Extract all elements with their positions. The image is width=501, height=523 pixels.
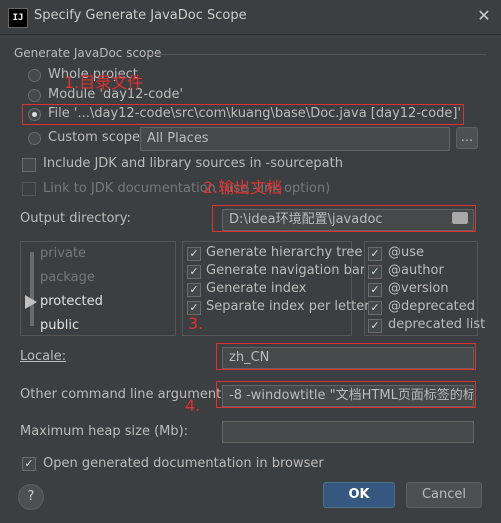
locale-highlight-box <box>216 343 476 370</box>
link-jdk-checkbox[interactable] <box>22 182 36 196</box>
open-browser-label[interactable]: Open generated documentation in browser <box>43 456 324 471</box>
author-tag-checkbox[interactable]: ✓ <box>368 265 382 279</box>
link-jdk-label[interactable]: Link to JDK documentation (use -link opt… <box>43 181 330 196</box>
visibility-slider-track[interactable] <box>30 252 34 326</box>
annotation-4: 4. <box>185 396 201 415</box>
heap-size-field[interactable] <box>222 421 474 443</box>
navigation-bar-label[interactable]: Generate navigation bar <box>206 263 365 278</box>
heap-size-label: Maximum heap size (Mb): <box>20 424 189 439</box>
annotation-1: 1.目录文件 <box>64 73 144 92</box>
visibility-protected[interactable]: protected <box>40 294 103 309</box>
visibility-slider-handle[interactable] <box>25 295 37 309</box>
cancel-button[interactable]: Cancel <box>406 482 482 508</box>
ok-button[interactable]: OK <box>323 482 395 508</box>
open-browser-checkbox[interactable]: ✓ <box>22 457 36 471</box>
whole-project-radio[interactable] <box>28 69 41 82</box>
visibility-public[interactable]: public <box>40 318 79 333</box>
folder-icon[interactable] <box>452 212 468 224</box>
annotation-2: 2.输出文档 <box>203 178 283 197</box>
args-highlight-box <box>216 381 476 408</box>
divider <box>150 54 486 55</box>
navigation-bar-checkbox[interactable]: ✓ <box>187 265 201 279</box>
help-button[interactable]: ? <box>18 484 44 510</box>
visibility-package[interactable]: package <box>40 270 95 285</box>
use-tag-label[interactable]: @use <box>388 245 424 260</box>
deprecated-tag-label[interactable]: @deprecated <box>388 299 475 314</box>
file-label[interactable]: File '...\day12-code\src\com\kuang\base\… <box>48 106 461 121</box>
output-highlight-box <box>212 205 476 232</box>
args-label: Other command line arguments: <box>20 387 233 402</box>
deprecated-list-checkbox[interactable]: ✓ <box>368 319 382 333</box>
close-icon[interactable]: ✕ <box>474 6 494 26</box>
deprecated-tag-checkbox[interactable]: ✓ <box>368 301 382 315</box>
window-title: Specify Generate JavaDoc Scope <box>34 8 247 23</box>
custom-scope-select[interactable]: All Places <box>140 127 450 151</box>
version-tag-label[interactable]: @version <box>388 281 449 296</box>
intellij-logo-icon: IJ <box>8 8 28 28</box>
version-tag-checkbox[interactable]: ✓ <box>368 283 382 297</box>
use-tag-checkbox[interactable]: ✓ <box>368 247 382 261</box>
scope-section-label: Generate JavaDoc scope <box>14 46 162 60</box>
visibility-private[interactable]: private <box>40 246 86 261</box>
annotation-3: 3. <box>188 314 204 333</box>
deprecated-list-label[interactable]: deprecated list <box>388 317 485 332</box>
include-jdk-checkbox[interactable] <box>22 158 36 172</box>
author-tag-label[interactable]: @author <box>388 263 444 278</box>
output-directory-label: Output directory: <box>20 211 131 226</box>
hierarchy-tree-checkbox[interactable]: ✓ <box>187 247 201 261</box>
generate-index-checkbox[interactable]: ✓ <box>187 283 201 297</box>
custom-scope-browse-button[interactable]: ... <box>456 127 478 149</box>
separate-index-label[interactable]: Separate index per letter <box>206 299 370 314</box>
hierarchy-tree-label[interactable]: Generate hierarchy tree <box>206 245 362 260</box>
file-radio[interactable] <box>28 108 41 121</box>
locale-label: Locale: <box>20 349 67 364</box>
custom-scope-radio[interactable] <box>28 132 41 145</box>
generate-index-label[interactable]: Generate index <box>206 281 306 296</box>
separate-index-checkbox[interactable]: ✓ <box>187 301 201 315</box>
module-radio[interactable] <box>28 89 41 102</box>
custom-scope-label[interactable]: Custom scope <box>48 130 140 145</box>
include-jdk-label[interactable]: Include JDK and library sources in -sour… <box>43 156 343 171</box>
